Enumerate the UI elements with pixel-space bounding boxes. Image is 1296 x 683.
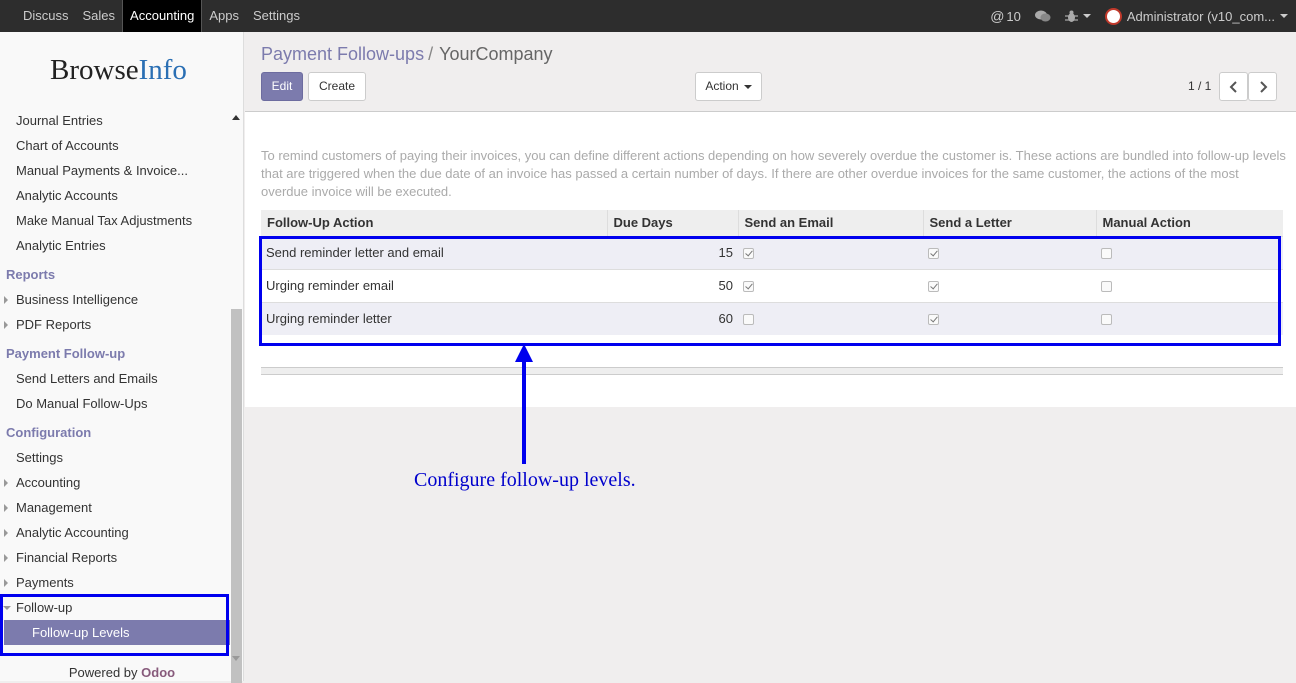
sidebar-header-payment-followup[interactable]: Payment Follow-up xyxy=(0,342,230,366)
chat-icon[interactable] xyxy=(1034,10,1051,23)
sidebar-item-analytic-accounts[interactable]: Analytic Accounts xyxy=(0,183,230,208)
mentions-count: 10 xyxy=(1006,8,1021,24)
menu-accounting[interactable]: Accounting xyxy=(122,0,203,32)
sidebar-item-accounting[interactable]: Accounting xyxy=(0,470,230,495)
top-navbar: Discuss Sales Accounting Apps Settings @… xyxy=(0,0,1296,32)
highlight-box-table xyxy=(259,236,1281,346)
create-button[interactable]: Create xyxy=(308,72,366,101)
help-text: To remind customers of paying their invo… xyxy=(261,148,1286,199)
column-header-due-days[interactable]: Due Days xyxy=(606,210,738,236)
at-icon: @ xyxy=(990,8,1005,24)
mentions-button[interactable]: @ 10 xyxy=(990,8,1021,24)
sidebar-item-settings[interactable]: Settings xyxy=(0,445,230,470)
chevron-right-icon xyxy=(1259,81,1267,93)
sidebar-item-analytic-entries[interactable]: Analytic Entries xyxy=(0,233,230,258)
breadcrumb-current: YourCompany xyxy=(439,44,553,64)
sidebar-header-reports[interactable]: Reports xyxy=(0,263,230,287)
column-header-send-letter[interactable]: Send a Letter xyxy=(922,210,1096,236)
bug-icon xyxy=(1064,10,1078,22)
sidebar-item-send-letters[interactable]: Send Letters and Emails xyxy=(0,366,230,391)
avatar xyxy=(1104,7,1122,25)
breadcrumb-parent[interactable]: Payment Follow-ups xyxy=(261,44,424,64)
systray: @ 10 Administrator (v10_com... xyxy=(976,0,1288,32)
chevron-down-icon xyxy=(743,84,752,89)
sidebar-item-manual-followups[interactable]: Do Manual Follow-Ups xyxy=(0,391,230,416)
debug-menu[interactable] xyxy=(1064,10,1091,23)
annotation-arrow xyxy=(522,356,526,464)
sidebar-item-journal-entries[interactable]: Journal Entries xyxy=(0,108,230,133)
sidebar-item-financial-reports[interactable]: Financial Reports xyxy=(0,545,230,570)
user-menu[interactable]: Administrator (v10_com... xyxy=(1104,7,1288,25)
chevron-down-icon xyxy=(1280,14,1288,18)
powered-by: Powered by Odoo xyxy=(68,665,176,680)
column-header-action[interactable]: Follow-Up Action xyxy=(261,210,607,236)
sidebar-item-payments[interactable]: Payments xyxy=(0,570,230,595)
menu-sales[interactable]: Sales xyxy=(76,0,123,32)
control-panel: Payment Follow-ups / YourCompany Edit Crea… xyxy=(245,32,1296,112)
chevron-down-icon xyxy=(1082,14,1091,18)
sidebar-nav: Journal Entries Chart of Accounts Manual… xyxy=(0,108,230,645)
sidebar-item-tax-adjustments[interactable]: Make Manual Tax Adjustments xyxy=(0,208,230,233)
column-header-manual-action[interactable]: Manual Action xyxy=(1095,210,1283,236)
chevron-left-icon xyxy=(1229,81,1237,93)
table-footer xyxy=(261,367,1283,375)
breadcrumb: Payment Follow-ups / YourCompany xyxy=(261,44,553,64)
scroll-up-icon[interactable] xyxy=(232,115,240,120)
menu-discuss[interactable]: Discuss xyxy=(16,0,76,32)
odoo-link[interactable]: Odoo xyxy=(141,665,175,680)
user-name: Administrator (v10_com... xyxy=(1126,8,1275,24)
column-header-send-email[interactable]: Send an Email xyxy=(737,210,923,236)
menu-apps[interactable]: Apps xyxy=(202,0,246,32)
sidebar-item-pdf-reports[interactable]: PDF Reports xyxy=(0,312,230,337)
pager-previous-button[interactable] xyxy=(1219,72,1248,101)
pager-next-button[interactable] xyxy=(1248,72,1277,101)
sidebar-item-analytic-accounting[interactable]: Analytic Accounting xyxy=(0,520,230,545)
sidebar-item-chart-of-accounts[interactable]: Chart of Accounts xyxy=(0,133,230,158)
sidebar: BrowseInfo Journal Entries Chart of Acco… xyxy=(0,32,244,683)
action-dropdown[interactable]: Action xyxy=(695,72,762,101)
annotation-text: Configure follow-up levels. xyxy=(414,469,636,491)
sidebar-scrollbar[interactable] xyxy=(231,309,242,683)
highlight-box-sidebar xyxy=(0,594,229,656)
sidebar-item-business-intelligence[interactable]: Business Intelligence xyxy=(0,287,230,312)
edit-button[interactable]: Edit xyxy=(261,72,303,101)
sidebar-item-manual-payments[interactable]: Manual Payments & Invoice... xyxy=(0,158,230,183)
sidebar-item-management[interactable]: Management xyxy=(0,495,230,520)
sidebar-header-configuration[interactable]: Configuration xyxy=(0,421,230,445)
menu-settings[interactable]: Settings xyxy=(246,0,307,32)
scroll-down-icon[interactable] xyxy=(232,656,240,661)
company-logo: BrowseInfo xyxy=(50,54,187,86)
pager-value: 1 / 1 xyxy=(1188,79,1212,93)
app-menu: Discuss Sales Accounting Apps Settings xyxy=(16,0,307,32)
